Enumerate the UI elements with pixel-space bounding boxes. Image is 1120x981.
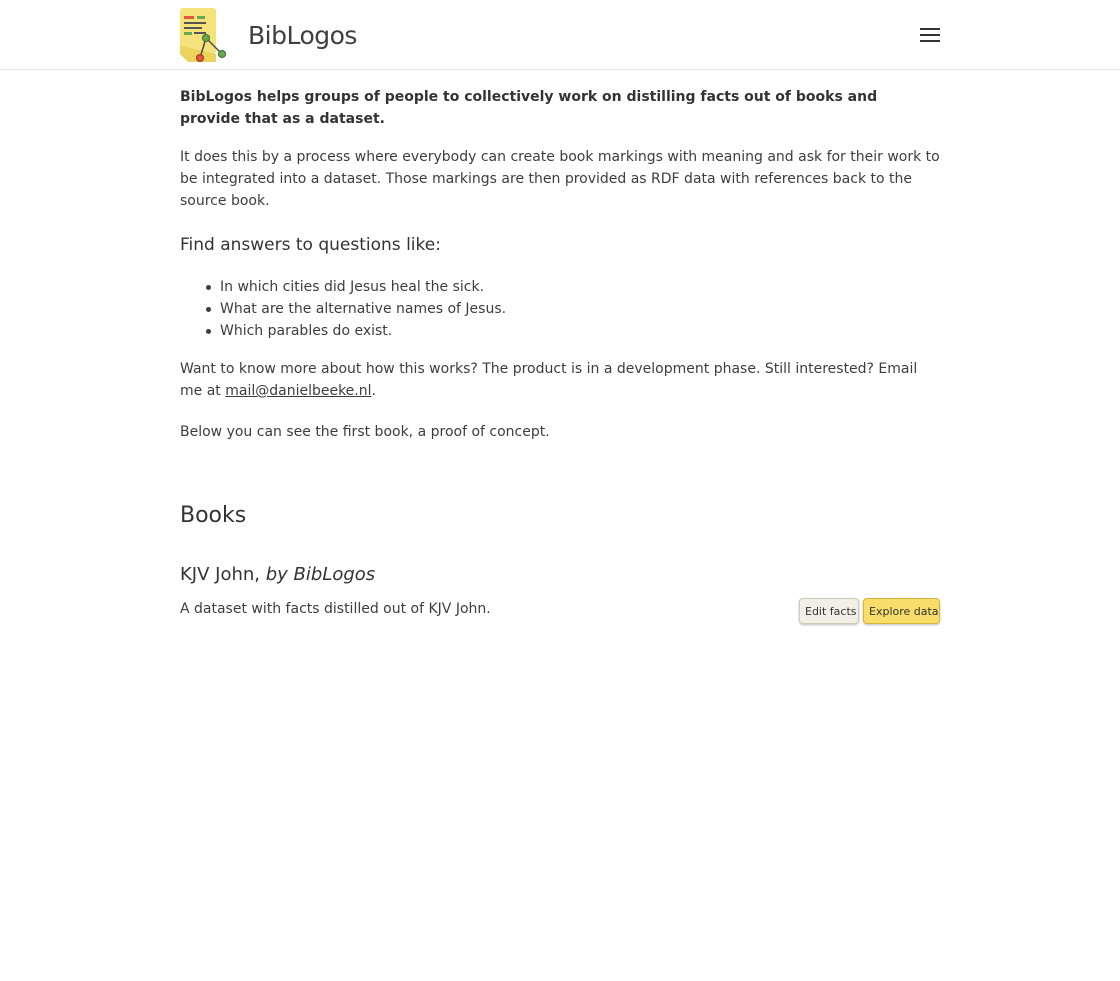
book-title: KJV John, by BibLogos	[180, 560, 375, 590]
hamburger-menu-icon[interactable]	[917, 24, 943, 46]
book-author: by BibLogos	[265, 564, 376, 585]
edit-facts-button[interactable]: Edit facts	[799, 598, 859, 624]
questions-list: In which cities did Jesus heal the sick.…	[180, 276, 940, 342]
brand-name: BibLogos	[248, 20, 357, 50]
list-item: Which parables do exist.	[206, 320, 940, 342]
intro-lead: BibLogos helps groups of people to colle…	[180, 89, 878, 127]
list-item: What are the alternative names of Jesus.	[206, 298, 940, 320]
list-item: In which cities did Jesus heal the sick.	[206, 276, 940, 298]
biblogos-logo-icon	[180, 8, 226, 62]
contact-text-after: .	[371, 383, 376, 399]
book-title-name: KJV John,	[180, 564, 261, 585]
book-description: A dataset with facts distilled out of KJ…	[180, 601, 491, 617]
contact-text: Want to know more about how this works? …	[180, 358, 940, 402]
intro-section: BibLogos helps groups of people to colle…	[180, 86, 940, 443]
email-link[interactable]: mail@danielbeeke.nl	[225, 383, 371, 399]
explore-data-button[interactable]: Explore data	[863, 598, 940, 624]
intro-process: It does this by a process where everybod…	[180, 149, 940, 209]
home-link[interactable]: BibLogos	[180, 8, 357, 62]
site-header: BibLogos	[0, 0, 1120, 70]
below-text: Below you can see the first book, a proo…	[180, 424, 550, 440]
books-heading: Books	[180, 503, 247, 528]
questions-heading: Find answers to questions like:	[180, 235, 441, 255]
